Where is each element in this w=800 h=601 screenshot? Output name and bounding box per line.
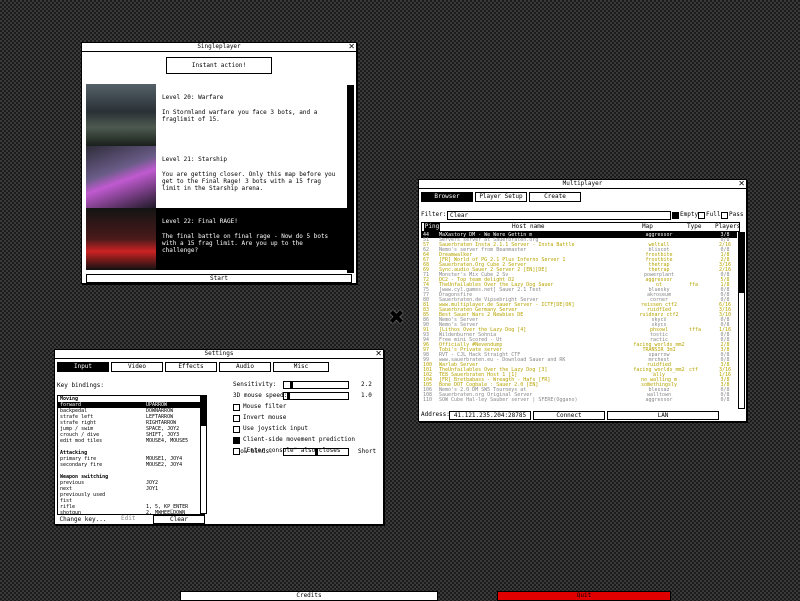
show-binds-value: Short [358, 448, 377, 455]
tab-misc[interactable]: Misc [273, 362, 329, 372]
sensitivity-slider[interactable] [283, 381, 349, 389]
connect-button[interactable]: Connect [533, 411, 605, 420]
column-ping[interactable]: Ping [424, 223, 440, 231]
mouse-speed-slider[interactable] [283, 392, 349, 400]
level-thumbnail [86, 208, 156, 270]
keybind-scrollbar[interactable] [200, 395, 207, 514]
cursor-icon: ✖ [388, 305, 405, 329]
empty-label: Empty [680, 211, 699, 218]
sensitivity-value: 2.2 [361, 381, 372, 388]
scrollbar-thumb[interactable] [348, 86, 353, 272]
slider-knob[interactable] [290, 382, 293, 388]
multiplayer-window: Multiplayer ✕ Browser Player Setup Creat… [418, 179, 747, 422]
settings-title: Settings [204, 350, 234, 357]
tab-video[interactable]: Video [111, 362, 163, 372]
full-label: Full [706, 211, 721, 218]
level-description: In Stormland warfare you face 3 bots, an… [162, 109, 318, 123]
column-players[interactable]: Players [715, 223, 740, 231]
tab-effects[interactable]: Effects [165, 362, 217, 372]
keybind-list: Moving forward UPARROW backpedal DOWNARROW st… [57, 395, 205, 515]
level-name: Level 20: Warfare [162, 94, 224, 101]
column-map[interactable]: Map [642, 223, 653, 231]
change-key-button[interactable]: Change key... [57, 515, 109, 524]
column-type[interactable]: Type [687, 223, 701, 231]
option-checkbox[interactable] [233, 448, 240, 455]
singleplayer-window: Singleplayer ✕ Instant action! Start Lev… [81, 42, 357, 284]
option-label: Mouse filter [243, 403, 287, 410]
option-label: Client-side movement prediction [243, 436, 355, 443]
option-label: "Enter console" also closes [243, 447, 341, 454]
option-label: Invert mouse [243, 414, 287, 421]
close-icon[interactable]: ✕ [738, 179, 745, 188]
level-description: You are getting closer. Only this map be… [162, 171, 336, 192]
server-ping: 110 [423, 397, 433, 403]
close-icon[interactable]: ✕ [375, 349, 382, 358]
server-list-scrollbar[interactable] [738, 232, 745, 409]
filter-label: Filter: [421, 211, 447, 218]
level-item[interactable]: Level 20: Warfare In Stormland warfare yo… [86, 84, 348, 146]
level-text: Level 21: Starship You are getting closer… [162, 156, 342, 192]
option-checkbox[interactable] [233, 415, 240, 422]
slider-knob[interactable] [287, 393, 290, 399]
filter-input[interactable]: Clear [447, 211, 671, 220]
level-thumbnail [86, 146, 156, 208]
keybind-header: Key bindings: [57, 382, 104, 389]
password-label: Passw [729, 211, 743, 218]
server-row[interactable]: 110 SOW Cube Hal-ley Sauber server | SFER… [421, 397, 737, 403]
option-checkbox[interactable] [233, 404, 240, 411]
tab-browser[interactable]: Browser [421, 192, 473, 202]
singleplayer-titlebar[interactable]: Singleplayer ✕ [82, 42, 356, 52]
edit-label: Edit [121, 515, 136, 522]
level-text: Level 20: Warfare In Stormland warfare yo… [162, 94, 342, 123]
full-checkbox[interactable] [698, 212, 705, 219]
tab-player-setup[interactable]: Player Setup [475, 192, 527, 202]
sensitivity-label: Sensitivity: [233, 381, 277, 388]
server-players: 0/8 [720, 397, 730, 403]
option-label: Use joystick input [243, 425, 309, 432]
server-host: SOW Cube Hal-ley Sauber server | SFERE(O… [439, 397, 578, 403]
option-checkbox[interactable] [233, 437, 240, 444]
level-description: The final battle on final rage - Now do … [162, 233, 329, 254]
level-list-scrollbar[interactable] [347, 85, 354, 273]
singleplayer-title: Singleplayer [197, 43, 241, 50]
level-item[interactable]: Level 21: Starship You are getting closer… [86, 146, 348, 208]
column-host[interactable]: Host name [512, 223, 545, 231]
scrollbar-thumb[interactable] [739, 233, 744, 293]
level-item[interactable]: Level 22: Final RAGE! The final battle on… [86, 208, 348, 270]
clear-button[interactable]: Clear [153, 515, 205, 524]
empty-checkbox[interactable] [672, 212, 679, 219]
level-thumbnail [86, 84, 156, 146]
level-name: Level 21: Starship [162, 156, 228, 163]
settings-window: Settings ✕ Input Video Effects Audio Mis… [54, 349, 384, 525]
option-checkbox[interactable] [233, 426, 240, 433]
close-icon[interactable]: ✕ [348, 42, 355, 51]
tab-input[interactable]: Input [57, 362, 109, 372]
multiplayer-title: Multiplayer [562, 180, 603, 187]
server-list-header: Ping Host name Map Type Players [421, 222, 740, 232]
mouse-speed-value: 1.0 [361, 392, 372, 399]
address-input[interactable]: 41.121.235.204:28785 [449, 411, 531, 420]
start-button[interactable]: Start [86, 274, 352, 283]
password-checkbox[interactable] [721, 212, 728, 219]
scrollbar-thumb[interactable] [201, 396, 206, 426]
level-name: Level 22: Final RAGE! [162, 218, 238, 225]
settings-titlebar[interactable]: Settings ✕ [55, 349, 383, 359]
level-text: Level 22: Final RAGE! The final battle on… [162, 218, 342, 254]
mouse-speed-label: 3D mouse speed: [233, 392, 288, 399]
address-label: Address: [421, 411, 450, 418]
tab-create[interactable]: Create [529, 192, 581, 202]
lan-button[interactable]: LAN [607, 411, 719, 420]
tab-audio[interactable]: Audio [219, 362, 271, 372]
multiplayer-titlebar[interactable]: Multiplayer ✕ [419, 179, 746, 189]
instant-action-button[interactable]: Instant action! [166, 57, 272, 74]
server-map: aggressor [645, 397, 673, 403]
